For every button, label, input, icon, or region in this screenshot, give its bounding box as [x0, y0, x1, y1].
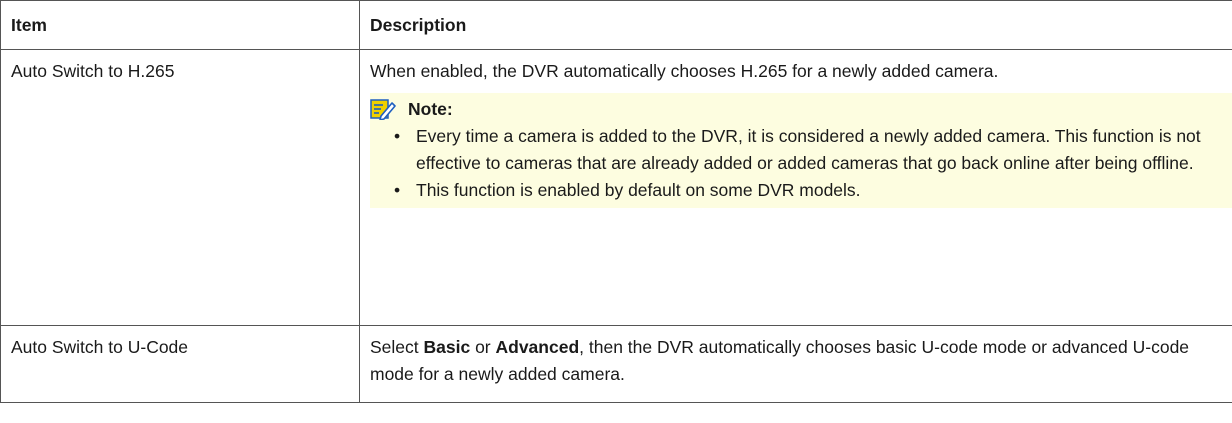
option-basic: Basic: [423, 337, 471, 357]
note-bullet-text: This function is enabled by default on s…: [416, 180, 861, 200]
table-row: Auto Switch to U-Code Select Basic or Ad…: [0, 325, 1232, 403]
table-header-row: Item Description: [0, 0, 1232, 50]
header-description: Description: [359, 0, 1232, 50]
description-cell: Select Basic or Advanced, then the DVR a…: [359, 325, 1232, 403]
note-box: Note: • Every time a camera is added to …: [370, 93, 1232, 208]
note-list-item: • This function is enabled by default on…: [370, 177, 1220, 204]
option-advanced: Advanced: [495, 337, 580, 357]
header-item: Item: [0, 0, 360, 50]
item-cell: Auto Switch to U-Code: [0, 325, 360, 403]
note-bullet-text: Every time a camera is added to the DVR,…: [416, 126, 1201, 173]
parameter-table: Item Description Auto Switch to H.265 Wh…: [0, 0, 1232, 403]
table-row: Auto Switch to H.265 When enabled, the D…: [0, 49, 1232, 326]
note-header: Note:: [370, 95, 1220, 123]
note-list-item: • Every time a camera is added to the DV…: [370, 123, 1220, 177]
description-cell: When enabled, the DVR automatically choo…: [359, 49, 1232, 326]
description-pre: Select: [370, 337, 424, 357]
item-cell: Auto Switch to H.265: [0, 49, 360, 326]
note-list: • Every time a camera is added to the DV…: [370, 123, 1220, 204]
description-text: When enabled, the DVR automatically choo…: [370, 61, 999, 81]
note-pencil-icon: [370, 98, 396, 121]
description-mid: or: [470, 337, 496, 357]
bullet-icon: •: [394, 126, 401, 146]
bullet-icon: •: [394, 180, 401, 200]
description-text: Select Basic or Advanced, then the DVR a…: [370, 334, 1220, 388]
note-label: Note:: [408, 98, 453, 119]
